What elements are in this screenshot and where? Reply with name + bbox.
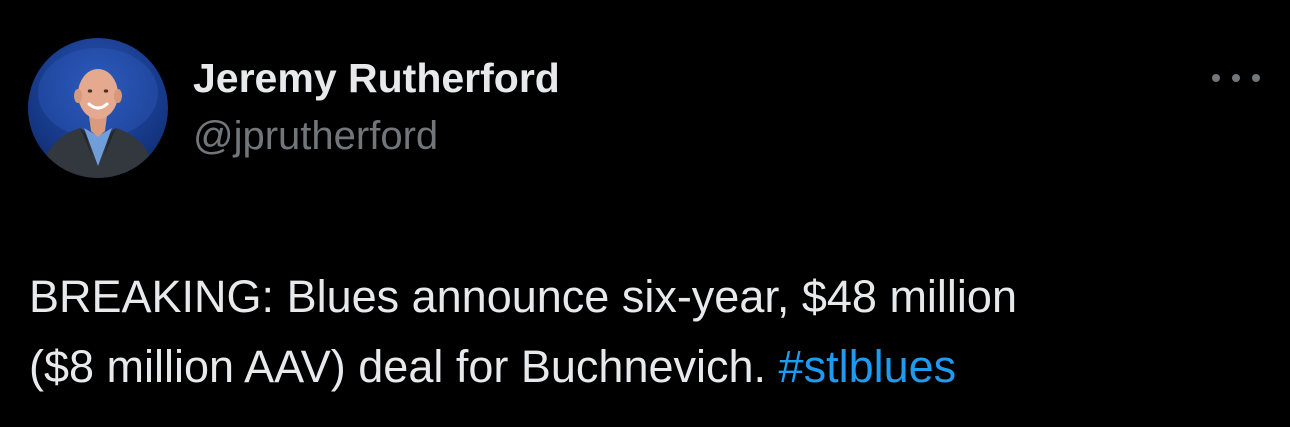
more-horizontal-icon: [1212, 74, 1220, 82]
tweet-card: Jeremy Rutherford @jprutherford BREAKING…: [0, 0, 1290, 427]
more-options-button[interactable]: [1212, 66, 1260, 90]
tweet-text-line-1: BREAKING: Blues announce six-year, $48 m…: [29, 271, 1017, 322]
tweet-text: BREAKING: Blues announce six-year, $48 m…: [29, 262, 1259, 402]
more-horizontal-icon: [1252, 74, 1260, 82]
profile-photo: [38, 48, 158, 178]
tweet-text-line-2-body: ($8 million AAV) deal for Buchnevich.: [29, 341, 767, 392]
tweet-text-line-2: ($8 million AAV) deal for Buchnevich. #s…: [29, 332, 1259, 402]
author-display-name[interactable]: Jeremy Rutherford: [193, 54, 560, 102]
author-handle[interactable]: @jprutherford: [193, 113, 560, 159]
hashtag-link[interactable]: #stlblues: [779, 341, 957, 392]
more-horizontal-icon: [1232, 74, 1240, 82]
avatar[interactable]: [28, 38, 168, 178]
author-info: Jeremy Rutherford @jprutherford: [193, 54, 560, 159]
